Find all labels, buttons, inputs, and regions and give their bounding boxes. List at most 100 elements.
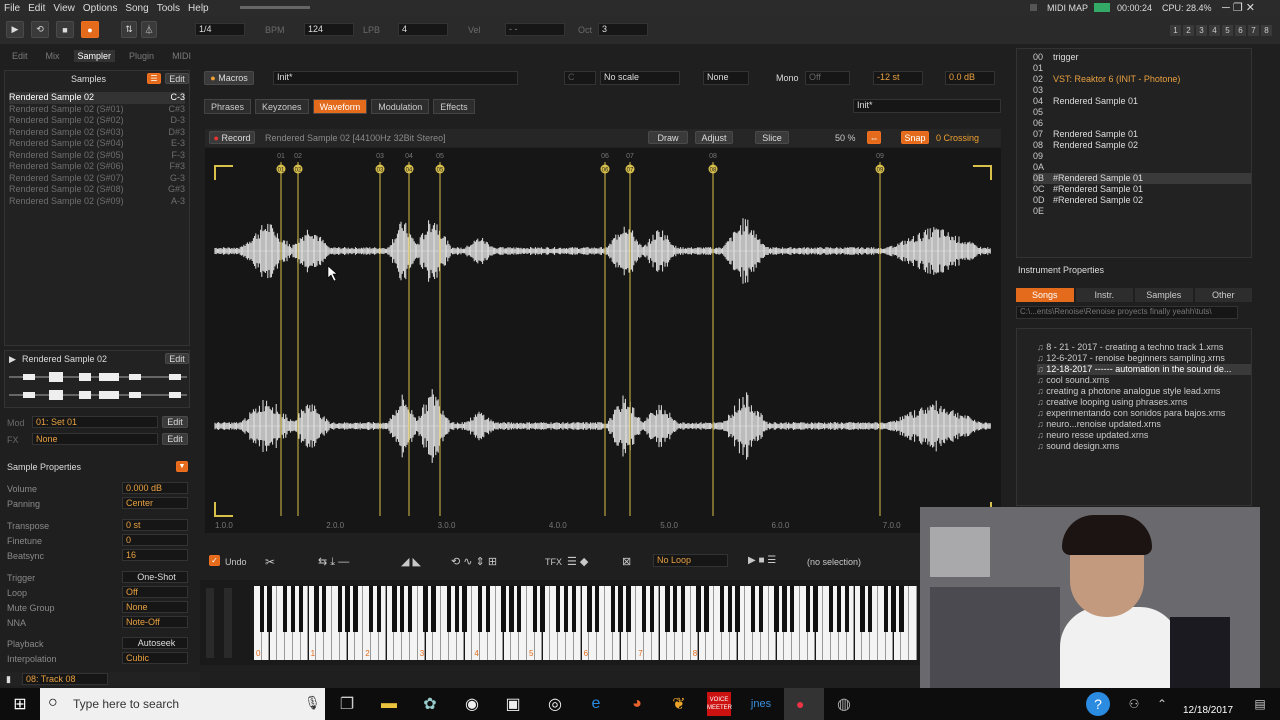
sample-item[interactable]: Rendered Sample 02 (S#02) D-3: [9, 115, 185, 127]
menu-icon[interactable]: ☰ ◆: [567, 555, 588, 568]
pitch-wheel[interactable]: [206, 588, 214, 658]
piano-key-black[interactable]: [860, 586, 865, 632]
song-file-item[interactable]: ♫ neuro resse updated.xrns: [1037, 430, 1251, 441]
menu-tools[interactable]: Tools: [153, 3, 184, 14]
song-file-item[interactable]: ♫ experimentando con sonidos para bajos.…: [1037, 408, 1251, 419]
midi-map-button[interactable]: MIDI MAP: [1047, 3, 1088, 13]
sample-item[interactable]: Rendered Sample 02 (S#09) A-3: [9, 196, 185, 208]
browser-tab-songs[interactable]: Songs: [1016, 288, 1074, 302]
photos-icon[interactable]: ▣: [501, 692, 525, 716]
instrument-item[interactable]: 00 trigger: [1033, 52, 1251, 63]
nna-field[interactable]: Note-Off: [122, 616, 188, 628]
sample-item[interactable]: Rendered Sample 02 (S#08) G#3: [9, 184, 185, 196]
browser-tab-samples[interactable]: Samples: [1135, 288, 1193, 302]
piano-key-black[interactable]: [540, 586, 545, 632]
instrument-item[interactable]: 0D #Rendered Sample 02: [1033, 195, 1251, 206]
song-file-item[interactable]: ♫ sound design.xrns: [1037, 441, 1251, 452]
piano-key-black[interactable]: [750, 586, 756, 632]
macros-button[interactable]: ● Macros: [204, 71, 254, 85]
glide-field[interactable]: Off: [805, 71, 850, 85]
tfx-button[interactable]: TFX: [545, 557, 562, 567]
song-file-item[interactable]: ♫ 12-6-2017 - renoise beginners sampling…: [1037, 353, 1251, 364]
renoise-task[interactable]: ●: [784, 688, 824, 720]
piano-key-black[interactable]: [462, 586, 467, 632]
tab-waveform[interactable]: Waveform: [312, 99, 368, 114]
piano-key-black[interactable]: [571, 586, 577, 632]
file-explorer-icon[interactable]: ▬: [377, 692, 401, 716]
piano-key-black[interactable]: [594, 586, 600, 632]
loop-mode-select[interactable]: No Loop: [653, 554, 728, 567]
jnes-icon[interactable]: jnes: [749, 692, 773, 716]
browser-path[interactable]: C:\...ents\Renoise\Renoise proyects fina…: [1016, 306, 1238, 319]
piano-key-black[interactable]: [337, 586, 343, 632]
edge-icon[interactable]: e: [584, 692, 608, 716]
camera-icon[interactable]: ◉: [460, 692, 484, 716]
menu-edit[interactable]: Edit: [24, 3, 49, 14]
octave-field[interactable]: 3: [598, 23, 648, 36]
app-icon[interactable]: ✿: [418, 692, 442, 716]
beatsync-field[interactable]: 16: [122, 549, 188, 561]
piano-key-black[interactable]: [735, 586, 740, 632]
piano-key-black[interactable]: [485, 586, 491, 632]
piano-key-black[interactable]: [641, 586, 647, 632]
samples-menu-button[interactable]: ☰: [147, 73, 161, 84]
slice-button[interactable]: Slice: [755, 131, 789, 144]
piano-key-black[interactable]: [836, 586, 842, 632]
piano-key-black[interactable]: [774, 586, 779, 632]
track-number-3[interactable]: 3: [1196, 25, 1207, 36]
windows-start-icon[interactable]: ⊞: [8, 692, 32, 716]
tab-mix[interactable]: Mix: [42, 50, 64, 62]
track-number-8[interactable]: 8: [1261, 25, 1272, 36]
song-file-item[interactable]: ♫ neuro...renoise updated.xrns: [1037, 419, 1251, 430]
notifications-icon[interactable]: ▤: [1248, 692, 1272, 716]
fl-studio-icon[interactable]: ❦: [667, 692, 691, 716]
tab-modulation[interactable]: Modulation: [371, 99, 430, 114]
piano-key-black[interactable]: [282, 586, 288, 632]
piano-key-black[interactable]: [680, 586, 686, 632]
play-button[interactable]: ▶: [6, 21, 24, 38]
instrument-item[interactable]: 0A: [1033, 162, 1251, 173]
sample-item[interactable]: Rendered Sample 02 (S#07) G-3: [9, 173, 185, 185]
transpose-field[interactable]: 0 st: [122, 519, 188, 531]
tab-midi[interactable]: MIDI: [168, 50, 195, 62]
piano-key-black[interactable]: [867, 586, 873, 632]
instrument-item[interactable]: 04 Rendered Sample 01: [1033, 96, 1251, 107]
browser-tab-other[interactable]: Other: [1194, 288, 1252, 302]
piano-key-white[interactable]: [909, 586, 917, 660]
wave-record-button[interactable]: ● Record: [209, 131, 255, 144]
piano-key-black[interactable]: [844, 586, 850, 632]
master-volume-slider[interactable]: [240, 6, 310, 9]
snap-mode-select[interactable]: 0 Crossing: [936, 133, 979, 143]
tab-phrases[interactable]: Phrases: [204, 99, 252, 114]
menu-options[interactable]: Options: [79, 3, 121, 14]
instrument-item[interactable]: 02 VST: Reaktor 6 (INIT - Photone): [1033, 74, 1251, 85]
song-file-item[interactable]: ♫ creating a photone analogue style lead…: [1037, 386, 1251, 397]
piano-key-black[interactable]: [509, 586, 514, 632]
piano-key-black[interactable]: [704, 586, 709, 632]
mod-wheel[interactable]: [224, 588, 232, 658]
zoom-fit-button[interactable]: ⇔: [867, 131, 881, 144]
keytracking-select[interactable]: None: [703, 71, 749, 85]
piano-key-black[interactable]: [267, 586, 272, 632]
fade-icon[interactable]: ◢ ◣: [401, 555, 421, 568]
instrument-item[interactable]: 07 Rendered Sample 01: [1033, 129, 1251, 140]
piano-key-black[interactable]: [758, 586, 764, 632]
voicemeeter-icon[interactable]: VOICE MEETER: [707, 692, 732, 716]
zoom-field[interactable]: 50 %: [835, 133, 856, 143]
task-view-icon[interactable]: ❐: [335, 692, 359, 716]
sample-item[interactable]: Rendered Sample 02 (S#06) F#3: [9, 161, 185, 173]
piano-key-black[interactable]: [532, 586, 538, 632]
piano-key-black[interactable]: [407, 586, 413, 632]
tab-sampler[interactable]: Sampler: [73, 50, 116, 62]
fx-edit-button[interactable]: Edit: [162, 433, 188, 445]
piano-key-black[interactable]: [353, 586, 358, 632]
sample-item[interactable]: Rendered Sample 02 (S#04) E-3: [9, 138, 185, 150]
panic-icon[interactable]: [1030, 4, 1037, 11]
piano-key-black[interactable]: [431, 586, 436, 632]
instrument-item[interactable]: 03: [1033, 85, 1251, 96]
tab-effects[interactable]: Effects: [433, 99, 475, 114]
transpose-field[interactable]: -12 st: [873, 71, 923, 85]
piano-key-black[interactable]: [563, 586, 569, 632]
normalize-icon[interactable]: ⇆ ⤓ —: [318, 555, 349, 569]
sample-item[interactable]: Rendered Sample 02 (S#01) C#3: [9, 104, 185, 116]
